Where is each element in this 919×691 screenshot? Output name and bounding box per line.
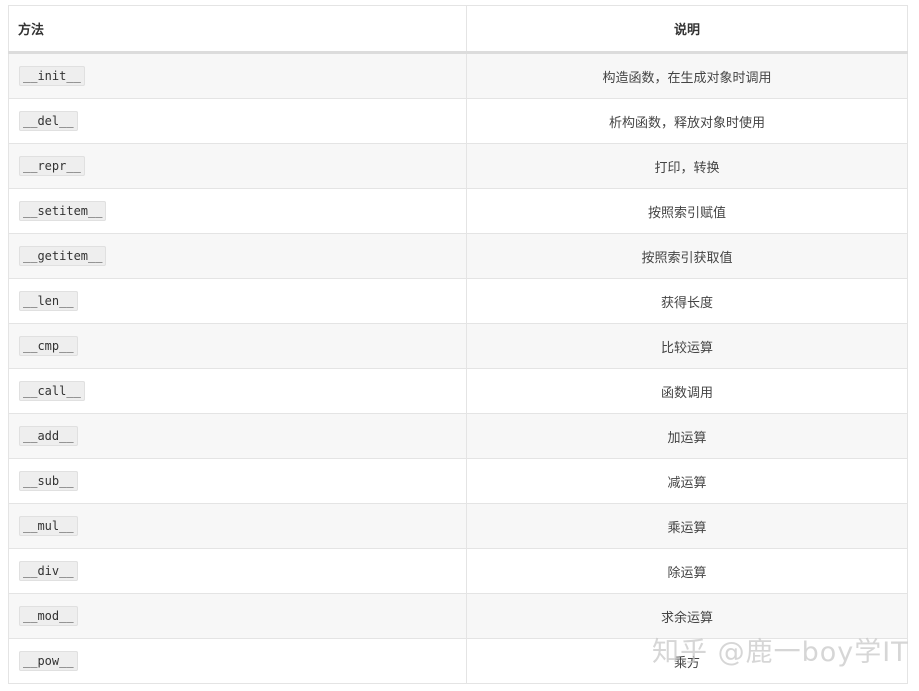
method-name: __call__ bbox=[19, 380, 85, 401]
method-cell: __del__ bbox=[8, 98, 467, 144]
method-name: __sub__ bbox=[19, 470, 78, 491]
method-cell: __cmp__ bbox=[8, 323, 467, 369]
table-row: __mul__ 乘运算 bbox=[8, 503, 908, 549]
method-description: 构造函数，在生成对象时调用 bbox=[466, 52, 908, 99]
table-row: __getitem__ 按照索引获取值 bbox=[8, 233, 908, 279]
method-cell: __getitem__ bbox=[8, 233, 467, 279]
method-cell: __mul__ bbox=[8, 503, 467, 549]
method-name: __cmp__ bbox=[19, 335, 78, 356]
method-description: 按照索引获取值 bbox=[466, 233, 908, 279]
method-cell: __sub__ bbox=[8, 458, 467, 504]
method-description: 加运算 bbox=[466, 413, 908, 459]
table-row: __add__ 加运算 bbox=[8, 413, 908, 459]
table-row: __div__ 除运算 bbox=[8, 548, 908, 594]
method-cell: __repr__ bbox=[8, 143, 467, 189]
method-cell: __setitem__ bbox=[8, 188, 467, 234]
method-cell: __init__ bbox=[8, 52, 467, 99]
table-row: __repr__ 打印，转换 bbox=[8, 143, 908, 189]
method-cell: __pow__ bbox=[8, 638, 467, 684]
table-header-row: 方法 说明 bbox=[8, 5, 908, 54]
watermark: 知乎 @鹿一boy学IT bbox=[652, 637, 909, 668]
table-row: __del__ 析构函数，释放对象时使用 bbox=[8, 98, 908, 144]
method-name: __init__ bbox=[19, 65, 85, 86]
method-cell: __div__ bbox=[8, 548, 467, 594]
methods-table: 方法 说明 __init__ 构造函数，在生成对象时调用 __del__ 析构函数，释… bbox=[8, 5, 908, 684]
method-name: __repr__ bbox=[19, 155, 85, 176]
method-name: __mod__ bbox=[19, 605, 78, 626]
method-cell: __mod__ bbox=[8, 593, 467, 639]
method-cell: __add__ bbox=[8, 413, 467, 459]
method-cell: __len__ bbox=[8, 278, 467, 324]
method-description: 减运算 bbox=[466, 458, 908, 504]
method-name: __add__ bbox=[19, 425, 78, 446]
method-name: __mul__ bbox=[19, 515, 78, 536]
method-description: 除运算 bbox=[466, 548, 908, 594]
header-method: 方法 bbox=[8, 5, 467, 54]
table-row: __sub__ 减运算 bbox=[8, 458, 908, 504]
method-name: __getitem__ bbox=[19, 245, 107, 266]
header-description: 说明 bbox=[466, 5, 908, 54]
table-row: __setitem__ 按照索引赋值 bbox=[8, 188, 908, 234]
table-row: __len__ 获得长度 bbox=[8, 278, 908, 324]
method-name: __setitem__ bbox=[19, 200, 107, 221]
table-row: __init__ 构造函数，在生成对象时调用 bbox=[8, 52, 908, 99]
method-description: 按照索引赋值 bbox=[466, 188, 908, 234]
method-description: 函数调用 bbox=[466, 368, 908, 414]
table-body: __init__ 构造函数，在生成对象时调用 __del__ 析构函数，释放对象时使用… bbox=[8, 52, 908, 684]
table-row: __cmp__ 比较运算 bbox=[8, 323, 908, 369]
method-name: __pow__ bbox=[19, 650, 78, 671]
method-description: 乘运算 bbox=[466, 503, 908, 549]
table-row: __call__ 函数调用 bbox=[8, 368, 908, 414]
method-name: __del__ bbox=[19, 110, 78, 131]
method-name: __len__ bbox=[19, 290, 78, 311]
method-cell: __call__ bbox=[8, 368, 467, 414]
method-description: 打印，转换 bbox=[466, 143, 908, 189]
method-description: 比较运算 bbox=[466, 323, 908, 369]
method-description: 获得长度 bbox=[466, 278, 908, 324]
method-name: __div__ bbox=[19, 560, 78, 581]
method-description: 析构函数，释放对象时使用 bbox=[466, 98, 908, 144]
